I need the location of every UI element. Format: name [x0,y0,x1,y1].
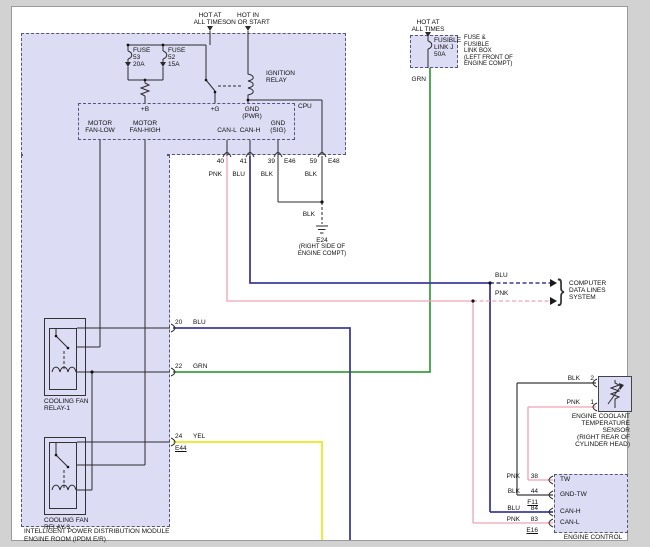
wire-label-pnk-83: PNK [502,516,520,523]
wire-label-pnk-datalink: PNK [495,290,508,297]
cpu-pin-plus-b: +B [137,106,153,113]
cpu-pin-motor-fan-low: MOTORFAN-LOW [80,120,120,134]
dashed-black-wires [64,86,322,488]
wire-label-blk-44: BLK [502,488,520,495]
arrow-right-blu-datalink [550,279,557,287]
computer-data-lines-label: COMPUTERDATA LINESSYSTEM [569,280,606,301]
hot-at-right-label: HOT ATALL TIMES [404,19,452,33]
wire-label-pnk-38: PNK [502,473,520,480]
ecm-pin-can-h: CAN-H [560,508,581,515]
thermistor-symbol [608,380,621,408]
fuse53-label: FUSE5320A [133,47,150,68]
ecm-caption: ENGINE CONTROL [558,534,628,541]
wire-label-blu-84: BLU [502,505,520,512]
wire-label-grn: GRN [406,76,426,83]
cooling-fan-relay1-label: COOLING FANRELAY-1 [44,398,88,412]
thermistor-arrowhead [619,383,624,390]
arrow-down-fuse53 [125,62,131,67]
wire-layer [0,0,650,547]
ignition-relay-coil [248,70,253,96]
fuse-box-location-note: FUSE &FUSIBLELINK BOX(LEFT FRONT OFENGIN… [464,35,513,68]
ground-symbol-e24 [316,226,328,233]
cpu-pin-plus-g: +G [207,106,223,113]
ecm-pin-38: 38 [524,473,538,480]
connector-e46: E46 [284,158,296,165]
wire-blu-can-h [250,156,553,512]
arrow-down-hot-in [245,26,251,31]
wire-label-blk-ect: BLK [562,375,580,382]
ecm-pin-83: 83 [524,516,538,523]
wire-label-blk-39: BLK [255,171,273,178]
ect-pin-2: 2 [584,375,594,382]
fusible-link-label: FUSIBLELINK J50A [434,37,461,58]
wire-label-blu-20: BLU [193,319,206,326]
black-wires [56,31,428,490]
arrow-down-hot-at [207,26,213,31]
ect-sensor-name: ENGINE COOLANTTEMPERATURESENSOR(RIGHT RE… [546,413,630,448]
ecm-pin-44: 44 [524,488,538,495]
wiring-diagram: HOT ATALL TIMES HOT INON OR START HOT AT… [0,0,650,547]
cpu-pin-gnd-pwr: GND(PWR) [238,106,266,120]
arrow-down-fuse52 [160,62,166,67]
wire-label-grn-22: GRN [193,363,207,370]
ignition-relay-label: IGNITIONRELAY [266,70,295,84]
ipdm-caption-line2: ENGINE ROOM (IPDM E/R) [24,536,106,543]
ecm-pin-gnd-tw: GND-TW [560,491,587,498]
wire-label-blk-ground: BLK [297,211,315,218]
cpu-pin-motor-fan-high: MOTORFAN-HIGH [125,120,165,134]
ecm-pin-84: 84 [524,505,538,512]
hot-in-label: HOT INON OR START [221,12,275,26]
pin-39: 39 [257,158,275,165]
resistor-symbol [141,83,149,96]
connector-e44: E44 [175,445,187,452]
pin-59: 59 [299,158,317,165]
data-lines-brace: } [558,276,565,306]
pin-20: 20 [175,319,182,326]
ipdm-caption-line1: INTELLIGENT POWER DISTRIBUTION MODULE [24,528,169,535]
pin-24: 24 [175,433,182,440]
fuse53-element [128,51,132,59]
wire-label-blu-canh: BLU [227,171,245,178]
cpu-pin-gnd-sig: GND(SIG) [264,120,292,134]
fuse52-element [163,51,167,59]
ground-id-e24: E24 [308,237,336,244]
arrow-right-pnk-datalink [550,297,557,305]
wire-yel-fan-high [173,442,322,540]
wire-pnk-can-l [227,156,596,523]
cpu-pin-can-h: CAN-H [236,127,264,134]
fuse52-label: FUSE5215A [168,47,185,68]
wire-label-blu-datalink: BLU [495,272,508,279]
connector-e48: E48 [328,158,340,165]
pin-40: 40 [206,158,224,165]
connector-e16: E16 [524,527,538,534]
junction-dots [55,44,492,469]
pin-22: 22 [175,363,182,370]
fusible-link-element [428,41,432,49]
connector-brackets [171,153,597,528]
ect-pin-1: 1 [584,399,594,406]
wire-label-pnk-ect: PNK [562,399,580,406]
wire-label-yel-24: YEL [193,433,205,440]
wire-label-blk-59: BLK [299,171,317,178]
ground-location: (RIGHT SIDE OFENGINE COMPT) [294,244,350,257]
ecm-pin-can-l: CAN-L [560,519,580,526]
ecm-pin-tw: TW [560,476,570,483]
cpu-label: CPU [298,103,312,110]
wire-grn-battery [173,68,430,372]
pin-41: 41 [229,158,247,165]
wire-label-pnk-canl: PNK [204,171,222,178]
